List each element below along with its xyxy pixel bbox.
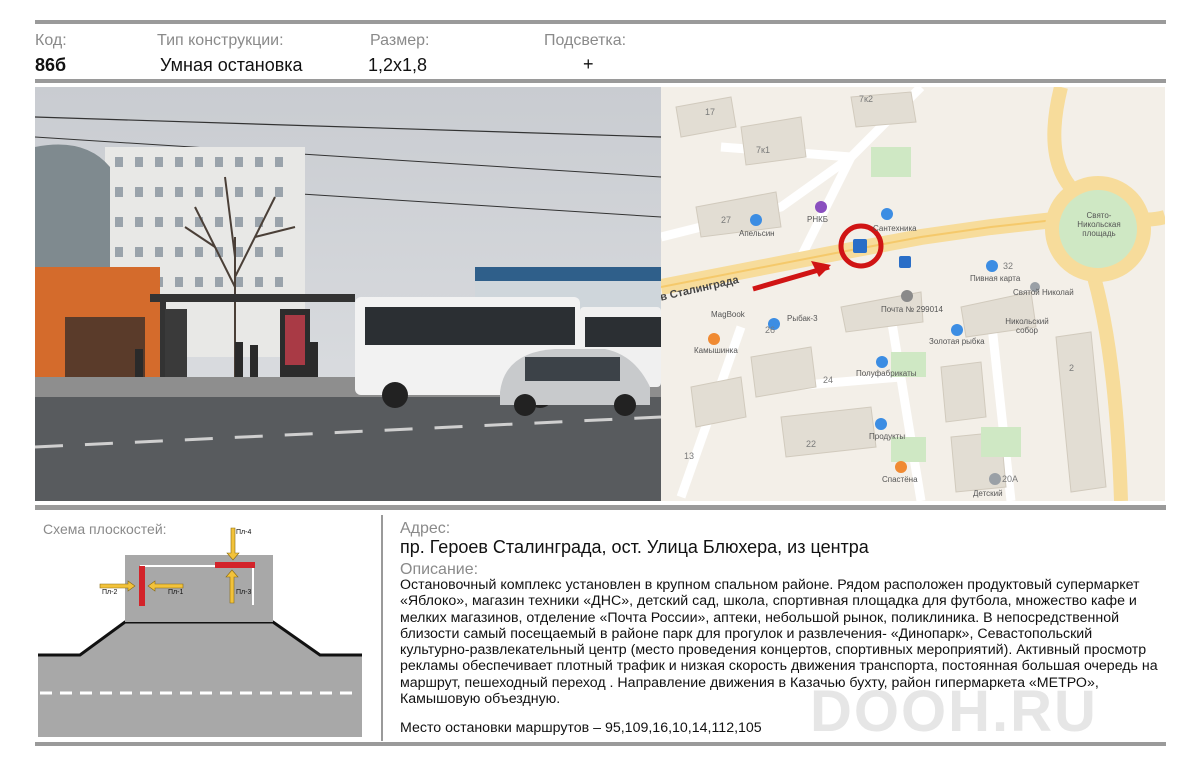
bottom-border bbox=[35, 742, 1166, 746]
map-label-produkty: Продукты bbox=[869, 432, 906, 441]
map-label-13: 13 bbox=[684, 451, 695, 461]
plane-label-4: Пл-4 bbox=[236, 529, 252, 536]
street-photo bbox=[35, 87, 661, 501]
map-label-sv-nik-square: Свято-Никольская площадь bbox=[1077, 211, 1121, 238]
map-label-20a: 20А bbox=[1002, 474, 1019, 484]
map-label-pochta: Почта № 299014 bbox=[881, 305, 943, 314]
section-divider bbox=[381, 515, 383, 741]
map-label-7k2: 7к2 bbox=[859, 94, 873, 104]
address-text: пр. Героев Сталинграда, ост. Улица Блюхе… bbox=[400, 537, 869, 557]
street-photo-illustration bbox=[35, 87, 661, 501]
map-label-7k1: 7к1 bbox=[756, 145, 770, 155]
plane-label-2: Пл-2 bbox=[102, 589, 118, 596]
top-border bbox=[35, 20, 1166, 24]
type-label: Тип конструкции: bbox=[157, 32, 284, 49]
type-value: Умная остановка bbox=[160, 55, 303, 75]
plane-label-1: Пл-1 bbox=[168, 589, 184, 596]
code-label: Код: bbox=[35, 32, 67, 49]
routes-text: Место остановки маршрутов – 95,109,16,10… bbox=[400, 720, 762, 736]
map-label-24: 24 bbox=[823, 375, 834, 385]
map-label-rnkb: РНКБ bbox=[807, 215, 829, 224]
map-label-kamysh: Камышинка bbox=[694, 346, 738, 355]
map-label-apelsin: Апельсин bbox=[739, 229, 775, 238]
map-label-26: 26 bbox=[765, 325, 776, 335]
map-label-rybak: Рыбак-3 bbox=[787, 314, 818, 323]
map-label-sv-nikolay: Святой Николай bbox=[1013, 288, 1074, 297]
map-label-detsky: Детский bbox=[973, 489, 1003, 498]
planes-scheme: Схема плоскостей: Пл-1 Пл-2 Пл-3 Пл-4 bbox=[35, 515, 380, 741]
map-label-santeh: Сантехника bbox=[873, 224, 917, 233]
header-border bbox=[35, 79, 1166, 83]
light-value: + bbox=[583, 54, 594, 74]
address-label: Адрес: bbox=[400, 520, 451, 537]
map-label-17: 17 bbox=[705, 107, 716, 117]
size-value: 1,2x1,8 bbox=[368, 55, 428, 75]
map-label-polufab: Полуфабрикаты bbox=[856, 369, 917, 378]
location-map: 17 7к2 7к1 27 26 24 22 13 32 2 20А РНКБ … bbox=[661, 87, 1165, 501]
map-label-spastena: Спастёна bbox=[882, 475, 918, 484]
map-label-pivnaya: Пивная карта bbox=[970, 274, 1021, 283]
map-label-magbook: MagBook bbox=[711, 310, 745, 319]
watermark: DOOH.RU bbox=[810, 679, 1098, 744]
middle-border bbox=[35, 505, 1166, 510]
light-label: Подсветка: bbox=[544, 32, 627, 49]
map-label-22: 22 bbox=[806, 439, 817, 449]
code-value: 86б bbox=[35, 55, 67, 75]
map-label-zolotaya: Золотая рыбка bbox=[929, 337, 985, 346]
map-canvas bbox=[661, 87, 1165, 501]
map-label-2: 2 bbox=[1069, 363, 1075, 373]
map-label-27: 27 bbox=[721, 215, 732, 225]
size-label: Размер: bbox=[370, 32, 430, 49]
map-label-nikolsky: Никольский собор bbox=[1005, 317, 1049, 335]
plane-label-3: Пл-3 bbox=[236, 589, 252, 596]
map-label-32: 32 bbox=[1003, 261, 1014, 271]
scheme-drawing bbox=[38, 527, 362, 737]
